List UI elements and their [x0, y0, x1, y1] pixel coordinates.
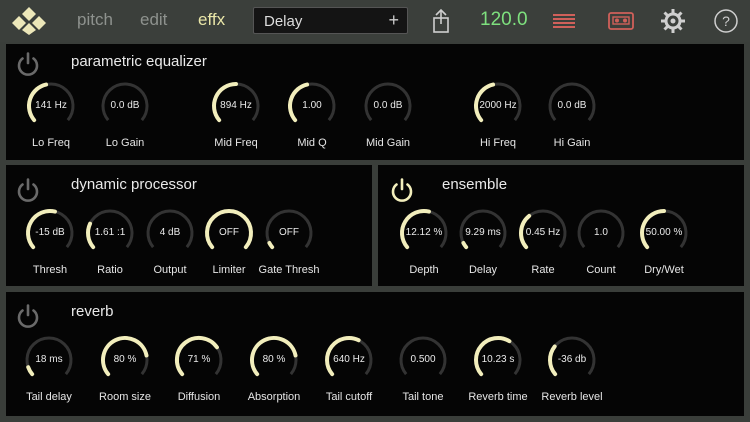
reverb-title: reverb — [71, 303, 114, 320]
knob-value: 9.29 ms — [465, 227, 501, 238]
reverb-knob-absorption[interactable]: 80 % Absorption — [248, 334, 300, 403]
tab-edit[interactable]: edit — [140, 10, 167, 30]
add-preset-button[interactable]: + — [388, 10, 399, 31]
ensemble-knob-count[interactable]: 1.0 Count — [575, 207, 627, 276]
top-bar: pitch edit effx Delay + 120.0 ? — [0, 0, 750, 42]
knob-value: 141 Hz — [35, 100, 67, 111]
knob-label: Lo Gain — [105, 137, 145, 149]
knob-value: 1.61 :1 — [94, 227, 126, 238]
eq-knob-lo-freq[interactable]: 141 Hz Lo Freq — [25, 80, 77, 149]
knob-value: 10.23 s — [481, 354, 515, 365]
knob-value: -36 db — [557, 354, 587, 365]
knob-value: 2000 Hz — [479, 100, 517, 111]
knob-label: Gate Thresh — [258, 264, 320, 276]
knob-value: 80 % — [262, 354, 286, 365]
eq-knob-hi-freq[interactable]: 2000 Hz Hi Freq — [472, 80, 524, 149]
knob-label: Reverb level — [541, 391, 603, 403]
knob-value: 640 Hz — [333, 354, 365, 365]
knob-value: 50.00 % — [645, 227, 683, 238]
reverb-knob-reverb-time[interactable]: 10.23 s Reverb time — [468, 334, 528, 403]
knob-value: 1.0 — [594, 227, 608, 238]
knob-value: 0.0 dB — [373, 100, 403, 111]
dynamics-knob-gate-thresh[interactable]: OFF Gate Thresh — [259, 207, 319, 276]
knob-value: 12.12 % — [405, 227, 443, 238]
dynamic-processor-panel: dynamic processor -15 dB Thresh 1.61 :1 Ra… — [6, 165, 372, 286]
knob-value: -15 dB — [35, 227, 65, 238]
eq-knob-mid-gain[interactable]: 0.0 dB Mid Gain — [362, 80, 414, 149]
ensemble-knob-delay[interactable]: 9.29 ms Delay — [457, 207, 509, 276]
reverb-knob-diffusion[interactable]: 71 % Diffusion — [173, 334, 225, 403]
knob-label: Mid Gain — [365, 137, 411, 149]
eq-title: parametric equalizer — [71, 53, 207, 70]
knob-value: 71 % — [187, 354, 211, 365]
knob-value: OFF — [279, 227, 299, 238]
ensemble-power-icon[interactable] — [389, 177, 415, 203]
knob-value: 80 % — [113, 354, 137, 365]
knob-value: 4 dB — [159, 227, 181, 238]
eq-knob-hi-gain[interactable]: 0.0 dB Hi Gain — [546, 80, 598, 149]
tab-effx[interactable]: effx — [198, 10, 225, 30]
eq-knob-mid-freq[interactable]: 894 Hz Mid Freq — [210, 80, 262, 149]
ensemble-knob-rate[interactable]: 0.45 Hz Rate — [517, 207, 569, 276]
dynamics-knob-ratio[interactable]: 1.61 :1 Ratio — [84, 207, 136, 276]
eq-panel: parametric equalizer 141 Hz Lo Freq 0.0 d… — [6, 44, 744, 160]
eq-knob-mid-q[interactable]: 1.00 Mid Q — [286, 80, 338, 149]
reverb-knob-tail-tone[interactable]: 0.500 Tail tone — [397, 334, 449, 403]
knob-label: Hi Gain — [553, 137, 591, 149]
knob-value: 18 ms — [35, 354, 63, 365]
knob-value: 0.45 Hz — [525, 227, 561, 238]
tab-pitch[interactable]: pitch — [77, 10, 113, 30]
ensemble-panel: ensemble 12.12 % Depth 9.29 ms Delay 0.45 … — [378, 165, 744, 286]
ensemble-knob-depth[interactable]: 12.12 % Depth — [398, 207, 450, 276]
knob-value: 0.500 — [410, 354, 436, 365]
knob-value: 0.0 dB — [110, 100, 140, 111]
cassette-icon[interactable] — [607, 8, 635, 34]
ensemble-knob-dry-wet[interactable]: 50.00 % Dry/Wet — [638, 207, 690, 276]
knob-value: 1.00 — [302, 100, 322, 111]
reverb-knob-tail-cutoff[interactable]: 640 Hz Tail cutoff — [323, 334, 375, 403]
ensemble-title: ensemble — [442, 176, 508, 193]
eq-power-icon[interactable] — [15, 51, 41, 77]
reverb-power-icon[interactable] — [15, 303, 41, 329]
svg-text:?: ? — [722, 13, 730, 29]
knob-label: Dry/Wet — [644, 264, 684, 276]
help-icon[interactable]: ? — [713, 8, 739, 34]
preset-selector[interactable]: Delay + — [253, 7, 408, 34]
knob-value: 894 Hz — [220, 100, 252, 111]
reverb-panel: reverb 18 ms Tail delay 80 % Room size 71 … — [6, 292, 744, 416]
dynamics-knob-limiter[interactable]: OFF Limiter — [203, 207, 255, 276]
preset-name: Delay — [264, 13, 303, 30]
mixer-lines-icon[interactable] — [552, 8, 576, 34]
reverb-knob-reverb-level[interactable]: -36 db Reverb level — [541, 334, 603, 403]
gear-icon[interactable] — [660, 8, 686, 34]
knob-value: OFF — [219, 227, 239, 238]
dynamics-knob-output[interactable]: 4 dB Output — [144, 207, 196, 276]
dynamics-title: dynamic processor — [71, 176, 197, 193]
tempo-display[interactable]: 120.0 — [480, 9, 528, 31]
eq-knob-lo-gain[interactable]: 0.0 dB Lo Gain — [99, 80, 151, 149]
dynamics-knob-thresh[interactable]: -15 dB Thresh — [24, 207, 76, 276]
reverb-knob-room-size[interactable]: 80 % Room size — [99, 334, 151, 403]
share-icon[interactable] — [428, 8, 454, 34]
knob-value: 0.0 dB — [557, 100, 587, 111]
dynamics-power-icon[interactable] — [15, 177, 41, 203]
reverb-knob-tail-delay[interactable]: 18 ms Tail delay — [23, 334, 75, 403]
app-logo-icon[interactable] — [8, 6, 50, 36]
